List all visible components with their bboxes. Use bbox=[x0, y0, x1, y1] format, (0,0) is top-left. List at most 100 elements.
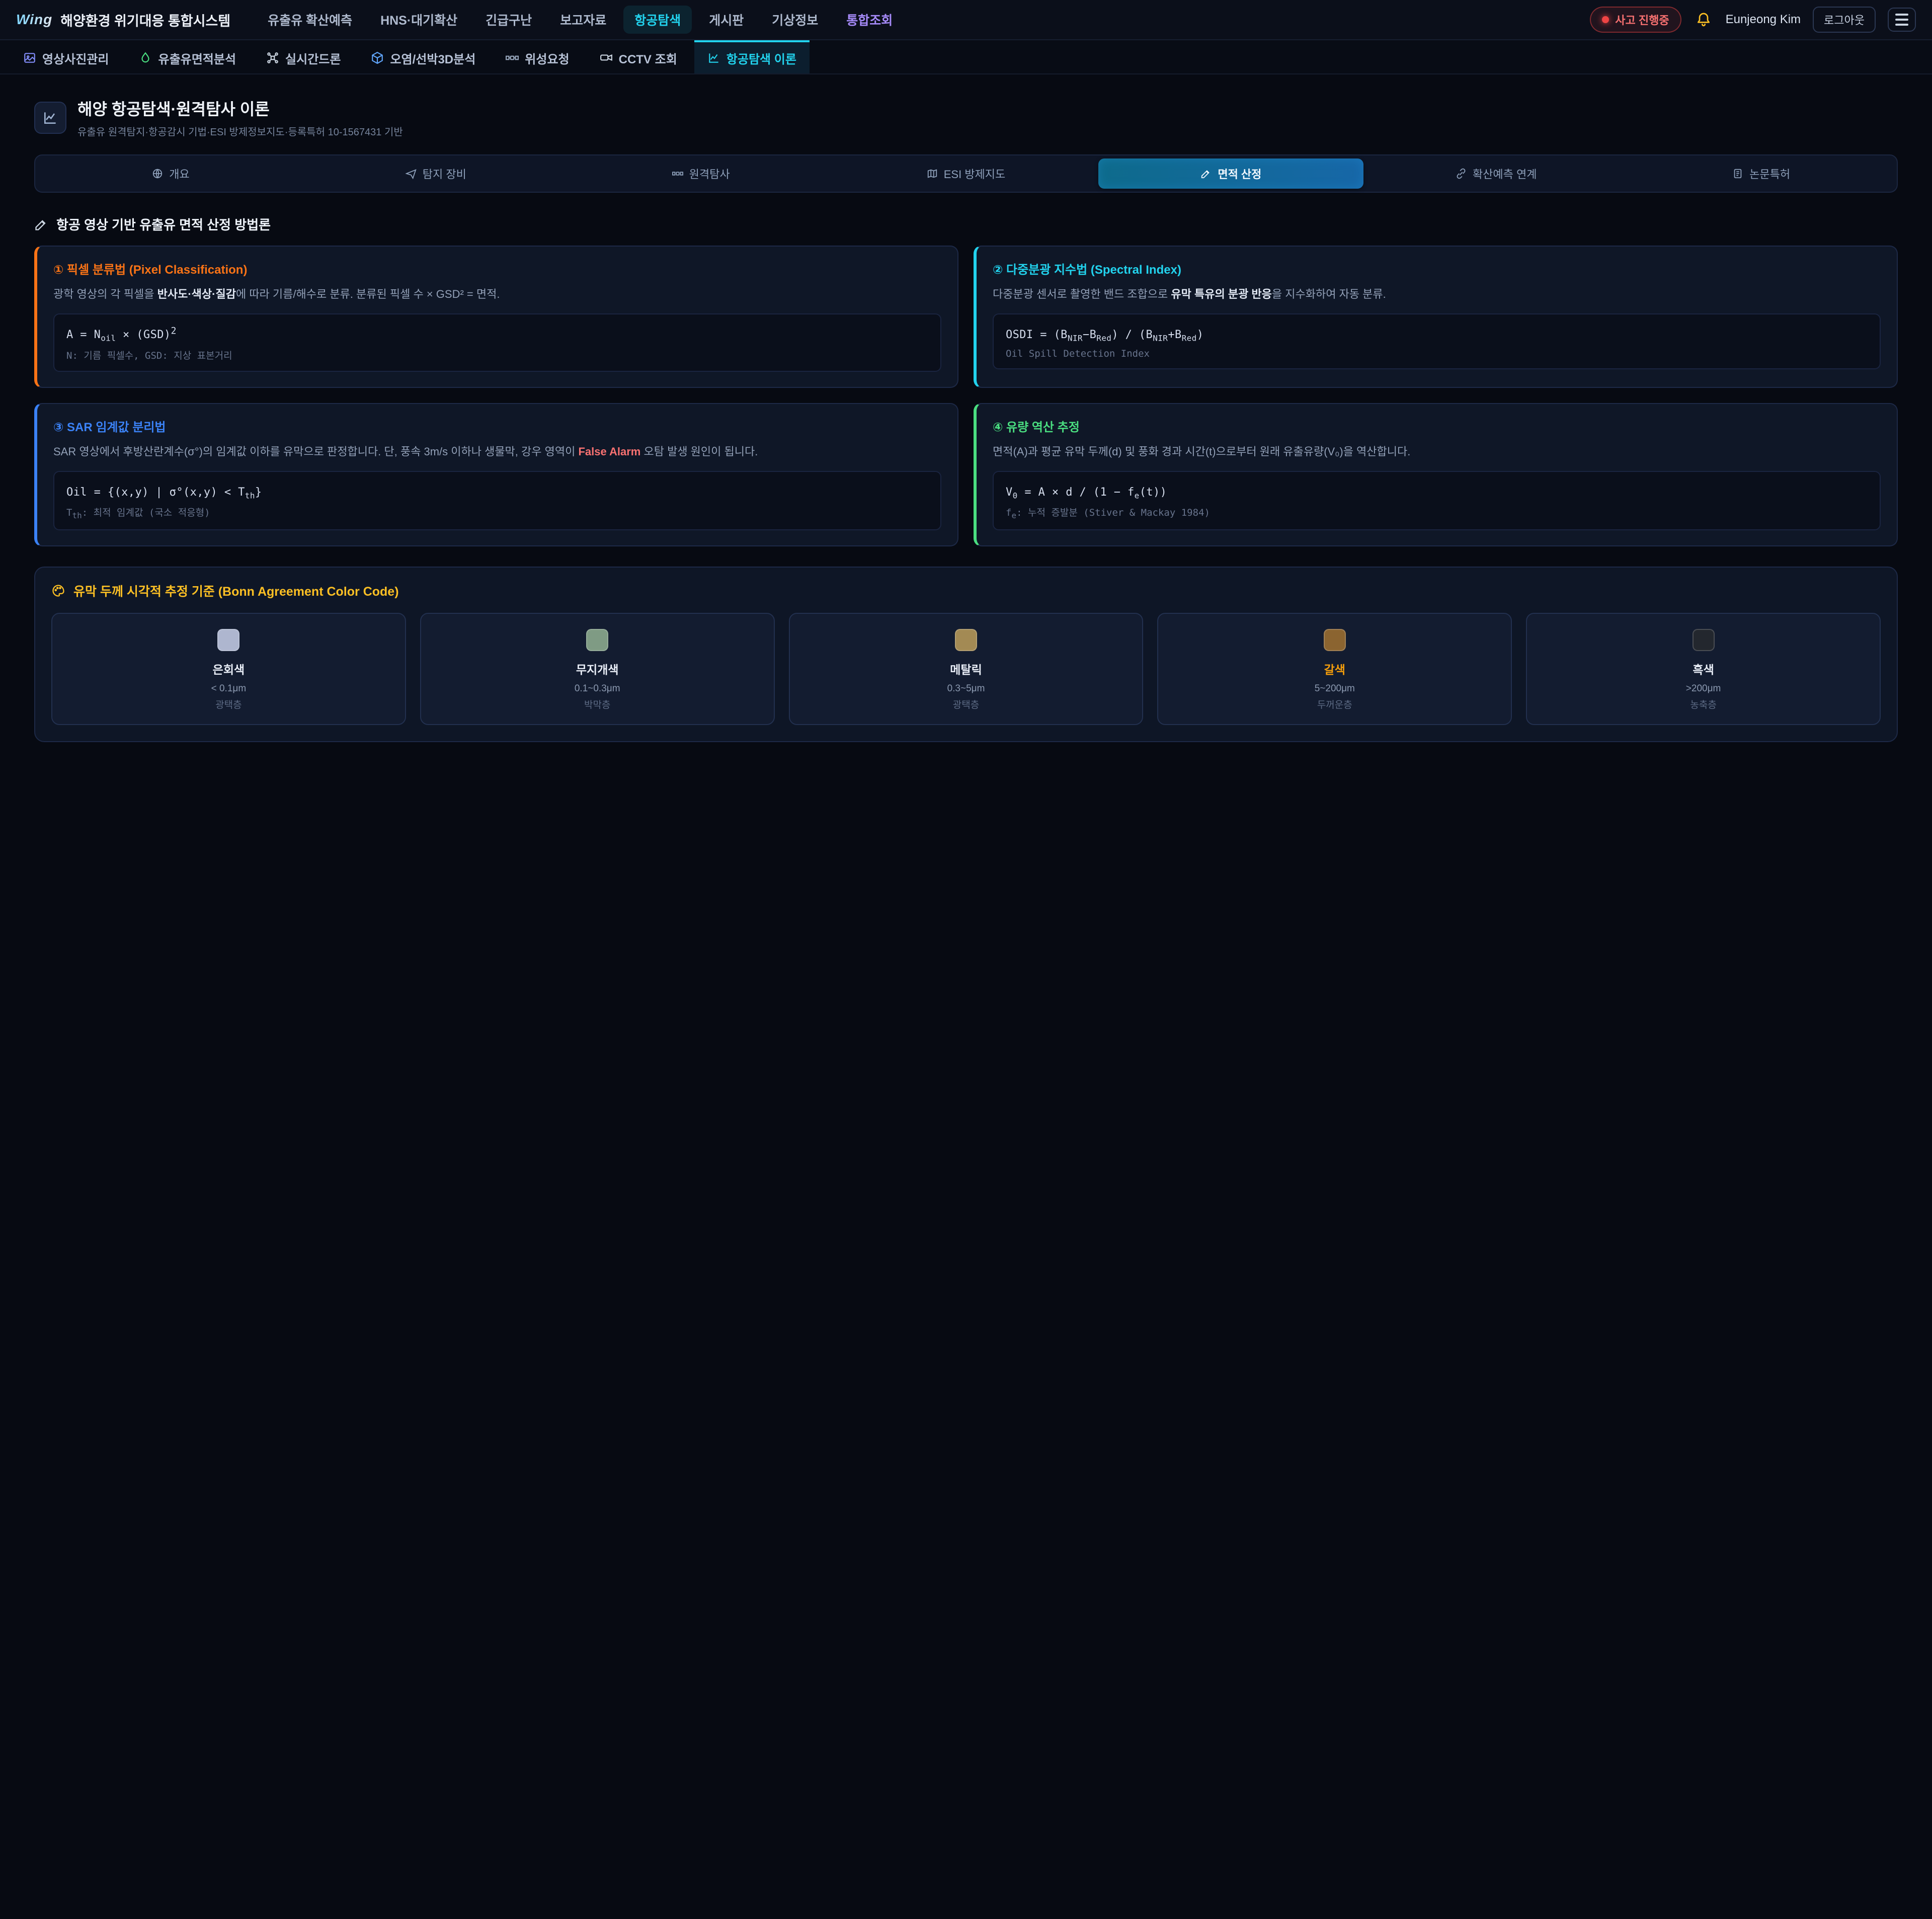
notification-bell-button[interactable] bbox=[1694, 10, 1714, 30]
sub-navigation-bar: 영상사진관리 유출유면적분석 실시간드론 오염/선박3D분석 위성요청 CCTV… bbox=[0, 40, 1932, 74]
bonn-layer-label: 두꺼운층 bbox=[1168, 697, 1501, 711]
drone-icon bbox=[266, 51, 279, 64]
bonn-item-silver-gray: 은회색 < 0.1μm 광택층 bbox=[51, 613, 406, 725]
user-name: Eunjeong Kim bbox=[1726, 13, 1801, 27]
method-card-pixel-classification: ① 픽셀 분류법 (Pixel Classification) 광학 영상의 각… bbox=[34, 246, 958, 388]
color-swatch bbox=[955, 629, 977, 651]
method-card-body: 면적(A)과 평균 유막 두께(d) 및 풍화 경과 시간(t)으로부터 원래 … bbox=[993, 443, 1881, 461]
formula: V0 = A × d / (1 − fe(t)) bbox=[1006, 486, 1167, 499]
menu-item-emergency-rescue[interactable]: 긴급구난 bbox=[474, 6, 543, 34]
incident-status-badge[interactable]: 사고 진행중 bbox=[1590, 7, 1681, 33]
tab-esi-map[interactable]: ESI 방제지도 bbox=[834, 158, 1099, 189]
method-card-body: SAR 영상에서 후방산란계수(σ°)의 임계값 이하를 유막으로 판정합니다.… bbox=[53, 443, 941, 461]
menu-item-board[interactable]: 게시판 bbox=[698, 6, 755, 34]
bonn-item-rainbow: 무지개색 0.1~0.3μm 박막층 bbox=[420, 613, 775, 725]
subnav-item-satellite-request[interactable]: 위성요청 bbox=[493, 40, 582, 73]
formula-note: N: 기름 픽셀수, GSD: 지상 표본거리 bbox=[66, 348, 928, 362]
method-card-title: ① 픽셀 분류법 (Pixel Classification) bbox=[53, 260, 941, 277]
app-title: 해양환경 위기대응 통합시스템 bbox=[60, 10, 230, 30]
tab-remote-sensing[interactable]: 원격탐사 bbox=[569, 158, 834, 189]
bonn-thickness-range: < 0.1μm bbox=[62, 683, 395, 694]
bonn-color-code-panel: 유막 두께 시각적 추정 기준 (Bonn Agreement Color Co… bbox=[34, 567, 1898, 742]
map-icon bbox=[927, 168, 938, 179]
formula: OSDI = (BNIR−BRed) / (BNIR+BRed) bbox=[1006, 329, 1203, 341]
formula-note: Oil Spill Detection Index bbox=[1006, 348, 1868, 359]
theory-tab-bar: 개요 탐지 장비 원격탐사 ESI 방제지도 면적 산정 확산예측 연계 논문특… bbox=[34, 154, 1898, 193]
subnav-item-oil-area-analysis[interactable]: 유출유면적분석 bbox=[126, 40, 249, 73]
method-card-volume-inversion: ④ 유량 역산 추정 면적(A)과 평균 유막 두께(d) 및 풍화 경과 시간… bbox=[974, 403, 1898, 546]
bonn-item-metallic: 메탈릭 0.3~5μm 광택층 bbox=[789, 613, 1144, 725]
bonn-grid: 은회색 < 0.1μm 광택층 무지개색 0.1~0.3μm 박막층 메탈릭 0… bbox=[51, 613, 1881, 725]
page-header: 해양 항공탐색·원격탐사 이론 유출유 원격탐지·항공감시 기법·ESI 방제정… bbox=[34, 97, 1898, 138]
method-card-title: ③ SAR 임계값 분리법 bbox=[53, 417, 941, 435]
method-card-title: ④ 유량 역산 추정 bbox=[993, 417, 1881, 435]
color-swatch bbox=[217, 629, 239, 651]
app-logo: Wing bbox=[16, 12, 52, 28]
tab-papers-patents[interactable]: 논문특허 bbox=[1629, 158, 1894, 189]
bonn-thickness-range: 0.3~5μm bbox=[800, 683, 1133, 694]
page-header-text: 해양 항공탐색·원격탐사 이론 유출유 원격탐지·항공감시 기법·ESI 방제정… bbox=[77, 97, 403, 138]
subnav-item-realtime-drone[interactable]: 실시간드론 bbox=[253, 40, 354, 73]
pencil-ruler-icon bbox=[1200, 168, 1212, 179]
subnav-item-cctv-view[interactable]: CCTV 조회 bbox=[587, 40, 690, 73]
menu-item-weather-info[interactable]: 기상정보 bbox=[761, 6, 829, 34]
alert-dot-icon bbox=[1602, 16, 1609, 23]
main-menu: 유출유 확산예측 HNS·대기확산 긴급구난 보고자료 항공탐색 게시판 기상정… bbox=[257, 6, 1564, 34]
menu-item-aerial-search[interactable]: 항공탐색 bbox=[623, 6, 692, 34]
menu-item-reports[interactable]: 보고자료 bbox=[549, 6, 617, 34]
bonn-layer-label: 박막층 bbox=[431, 697, 764, 711]
tab-overview[interactable]: 개요 bbox=[38, 158, 303, 189]
subnav-item-pollution-3d-analysis[interactable]: 오염/선박3D분석 bbox=[358, 40, 489, 73]
formula-note: fe: 누적 증발분 (Stiver & Mackay 1984) bbox=[1006, 505, 1868, 520]
ruler-icon bbox=[34, 217, 48, 231]
method-card-body: 다중분광 센서로 촬영한 밴드 조합으로 유막 특유의 분광 반응을 지수화하여… bbox=[993, 285, 1881, 303]
formula: A = Noil × (GSD)2 bbox=[66, 329, 177, 341]
logout-button[interactable]: 로그아웃 bbox=[1813, 7, 1876, 33]
tab-area-calculation[interactable]: 면적 산정 bbox=[1098, 158, 1363, 189]
hamburger-icon bbox=[1895, 14, 1908, 16]
bonn-thickness-range: >200μm bbox=[1537, 683, 1870, 694]
bonn-name: 갈색 bbox=[1168, 660, 1501, 677]
bonn-thickness-range: 5~200μm bbox=[1168, 683, 1501, 694]
menu-item-integrated-search[interactable]: 통합조회 bbox=[835, 6, 904, 34]
tab-detection-equipment[interactable]: 탐지 장비 bbox=[303, 158, 569, 189]
bonn-thickness-range: 0.1~0.3μm bbox=[431, 683, 764, 694]
methods-grid: ① 픽셀 분류법 (Pixel Classification) 광학 영상의 각… bbox=[34, 246, 1898, 546]
subnav-item-image-management[interactable]: 영상사진관리 bbox=[10, 40, 122, 73]
bonn-name: 은회색 bbox=[62, 660, 395, 677]
cube-3d-icon bbox=[371, 51, 384, 64]
bonn-layer-label: 광택층 bbox=[800, 697, 1133, 711]
tab-diffusion-link[interactable]: 확산예측 연계 bbox=[1363, 158, 1629, 189]
menu-item-spill-forecast[interactable]: 유출유 확산예측 bbox=[257, 6, 363, 34]
satellite-icon bbox=[506, 51, 519, 64]
formula-note: Tth: 최적 임계값 (국소 적응형) bbox=[66, 505, 928, 520]
page-title: 해양 항공탐색·원격탐사 이론 bbox=[77, 97, 403, 120]
bonn-layer-label: 광택층 bbox=[62, 697, 395, 711]
color-swatch bbox=[586, 629, 608, 651]
brand[interactable]: Wing 해양환경 위기대응 통합시스템 bbox=[16, 10, 230, 30]
top-navigation-bar: Wing 해양환경 위기대응 통합시스템 유출유 확산예측 HNS·대기확산 긴… bbox=[0, 0, 1932, 40]
main-content: 해양 항공탐색·원격탐사 이론 유출유 원격탐지·항공감시 기법·ESI 방제정… bbox=[0, 74, 1932, 782]
bonn-name: 메탈릭 bbox=[800, 660, 1133, 677]
bonn-layer-label: 농축층 bbox=[1537, 697, 1870, 711]
bonn-panel-heading: 유막 두께 시각적 추정 기준 (Bonn Agreement Color Co… bbox=[51, 582, 1881, 600]
droplet-analysis-icon bbox=[139, 51, 152, 64]
incident-badge-label: 사고 진행중 bbox=[1615, 12, 1669, 28]
method-card-spectral-index: ② 다중분광 지수법 (Spectral Index) 다중분광 센서로 촬영한… bbox=[974, 246, 1898, 388]
hamburger-menu-button[interactable] bbox=[1888, 8, 1916, 32]
method-card-sar-threshold: ③ SAR 임계값 분리법 SAR 영상에서 후방산란계수(σ°)의 임계값 이… bbox=[34, 403, 958, 546]
document-icon bbox=[1732, 168, 1743, 179]
palette-icon bbox=[51, 584, 65, 598]
bell-icon bbox=[1696, 12, 1712, 28]
globe-icon bbox=[152, 168, 163, 179]
page-chart-icon bbox=[34, 102, 66, 134]
satellite-icon bbox=[672, 168, 683, 179]
method-card-body: 광학 영상의 각 픽셀을 반사도·색상·질감에 따라 기름/해수로 분류. 분류… bbox=[53, 285, 941, 303]
formula-block: V0 = A × d / (1 − fe(t)) fe: 누적 증발분 (Sti… bbox=[993, 471, 1881, 530]
color-swatch bbox=[1693, 629, 1715, 651]
formula: Oil = {(x,y) | σ°(x,y) < Tth} bbox=[66, 486, 262, 499]
method-card-title: ② 다중분광 지수법 (Spectral Index) bbox=[993, 260, 1881, 277]
cctv-camera-icon bbox=[600, 51, 613, 64]
subnav-item-aerial-theory[interactable]: 항공탐색 이론 bbox=[694, 40, 810, 73]
menu-item-hns-diffusion[interactable]: HNS·대기확산 bbox=[369, 6, 468, 34]
